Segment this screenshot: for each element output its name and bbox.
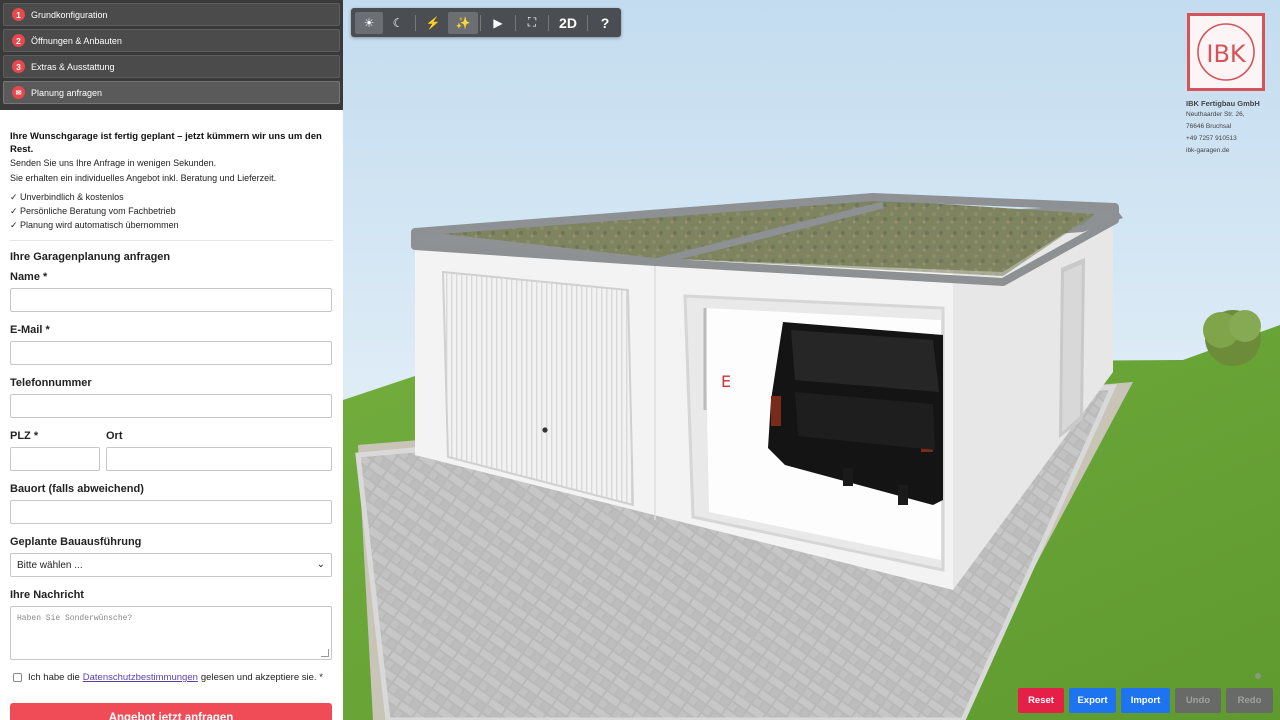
help-button[interactable]: ? xyxy=(590,12,620,34)
step-number-badge: 3 xyxy=(12,60,25,73)
ort-input[interactable] xyxy=(106,447,332,471)
consent-text-post: gelesen und akzeptiere sie. * xyxy=(200,672,323,683)
step-number-badge: 1 xyxy=(12,8,25,21)
company-phone: +49 7257 910513 xyxy=(1186,135,1237,142)
garage-scene-render: E xyxy=(343,193,1280,720)
email-label: E-Mail * xyxy=(10,324,50,336)
garage-3d-viewport[interactable]: E ☀ ☾ ⚡ ✨ ▶ ⛶ 2D ? IBK IBK Fertigbau Gmb… xyxy=(343,0,1280,720)
step-label: Öffnungen & Anbauten xyxy=(31,35,122,46)
toolbar-divider xyxy=(548,14,549,31)
play-icon[interactable]: ▶ xyxy=(483,12,513,34)
import-button[interactable]: Import xyxy=(1121,688,1170,713)
flash-icon[interactable]: ⚡ xyxy=(418,12,448,34)
company-logo: IBK xyxy=(1187,13,1265,91)
benefit-item: Unverbindlich & kostenlos xyxy=(10,190,333,204)
toolbar-divider xyxy=(515,14,516,31)
message-label: Ihre Nachricht xyxy=(10,589,84,601)
company-website[interactable]: ibk-garagen.de xyxy=(1186,145,1260,157)
intro-text: Senden Sie uns Ihre Anfrage in wenigen S… xyxy=(10,158,217,168)
svg-text:IBK: IBK xyxy=(1206,40,1247,68)
bauort-input[interactable] xyxy=(10,500,332,524)
mail-icon: ✉ xyxy=(12,86,25,99)
reset-button[interactable]: Reset xyxy=(1018,688,1064,713)
submit-request-button[interactable]: Angebot jetzt anfragen xyxy=(10,703,332,720)
ort-label: Ort xyxy=(106,430,123,442)
action-bar: Reset Export Import Undo Redo xyxy=(1018,688,1273,713)
step-label: Extras & Ausstattung xyxy=(31,61,115,72)
message-textarea[interactable]: Haben Sie Sonderwünsche? xyxy=(10,606,332,660)
phone-input[interactable] xyxy=(10,394,332,418)
message-placeholder: Haben Sie Sonderwünsche? xyxy=(17,614,133,623)
privacy-checkbox[interactable] xyxy=(13,673,22,682)
plz-label: PLZ * xyxy=(10,430,39,442)
export-button[interactable]: Export xyxy=(1069,688,1116,713)
fullscreen-icon[interactable]: ⛶ xyxy=(518,12,546,34)
benefit-item: Persönliche Beratung vom Fachbetrieb xyxy=(10,204,333,218)
ibk-logo-icon: IBK xyxy=(1197,23,1255,81)
intro-title: Ihre Wunschgarage ist fertig geplant – j… xyxy=(10,131,322,155)
consent-text-pre: Ich habe die xyxy=(28,672,80,683)
company-city: 76646 Bruchsal xyxy=(1186,123,1232,130)
chevron-down-icon: ⌄ xyxy=(316,559,325,570)
benefit-item: Planung wird automatisch übernommen xyxy=(10,218,333,232)
sparkle-icon[interactable]: ✨ xyxy=(448,11,478,34)
redo-button[interactable]: Redo xyxy=(1226,688,1273,713)
step-label: Grundkonfiguration xyxy=(31,9,108,20)
step-extras-ausstattung[interactable]: 3 Extras & Ausstattung xyxy=(3,55,340,78)
intro-text: Sie erhalten ein individuelles Angebot i… xyxy=(10,173,277,183)
toolbar-divider xyxy=(415,14,416,31)
plz-input[interactable] xyxy=(10,447,100,471)
phone-label: Telefonnummer xyxy=(10,377,92,389)
step-label: Planung anfragen xyxy=(31,87,103,98)
company-info: IBK Fertigbau GmbH Neuthaarder Str. 26, … xyxy=(1186,98,1260,157)
step-oeffnungen-anbauten[interactable]: 2 Öffnungen & Anbauten xyxy=(3,29,340,52)
viewer-toolbar: ☀ ☾ ⚡ ✨ ▶ ⛶ 2D ? xyxy=(351,8,621,37)
undo-button[interactable]: Undo xyxy=(1175,688,1221,713)
bauausfuehrung-select[interactable]: Bitte wählen ... ⌄ xyxy=(10,553,332,577)
request-form: Ihre Wunschgarage ist fertig geplant – j… xyxy=(0,130,343,720)
step-number-badge: 2 xyxy=(12,34,25,47)
view-2d-button[interactable]: 2D xyxy=(551,12,585,34)
privacy-consent: Ich habe die Datenschutzbestimmungen gel… xyxy=(10,672,333,683)
privacy-policy-link[interactable]: Datenschutzbestimmungen xyxy=(83,672,198,683)
resize-handle-icon[interactable] xyxy=(321,649,329,657)
sun-icon[interactable]: ☀ xyxy=(355,11,383,34)
bauort-label: Bauort (falls abweichend) xyxy=(10,483,144,495)
planner-sidebar: 1 Grundkonfiguration 2 Öffnungen & Anbau… xyxy=(0,0,343,720)
svg-text:E: E xyxy=(721,372,731,391)
company-name: IBK Fertigbau GmbH xyxy=(1186,99,1260,108)
benefit-list: Unverbindlich & kostenlos Persönliche Be… xyxy=(10,190,333,232)
name-input[interactable] xyxy=(10,288,332,312)
toolbar-divider xyxy=(587,14,588,31)
select-value: Bitte wählen ... xyxy=(17,560,83,571)
toolbar-divider xyxy=(480,14,481,31)
step-planung-anfragen[interactable]: ✉ Planung anfragen xyxy=(3,81,340,104)
email-input[interactable] xyxy=(10,341,332,365)
name-label: Name * xyxy=(10,271,48,283)
step-navigation: 1 Grundkonfiguration 2 Öffnungen & Anbau… xyxy=(0,0,343,110)
bauausfuehrung-label: Geplante Bauausführung xyxy=(10,536,142,548)
form-title: Ihre Garagenplanung anfragen xyxy=(10,251,171,263)
step-grundkonfiguration[interactable]: 1 Grundkonfiguration xyxy=(3,3,340,26)
company-street: Neuthaarder Str. 26, xyxy=(1186,111,1245,118)
divider xyxy=(10,240,333,241)
moon-icon[interactable]: ☾ xyxy=(383,12,413,34)
